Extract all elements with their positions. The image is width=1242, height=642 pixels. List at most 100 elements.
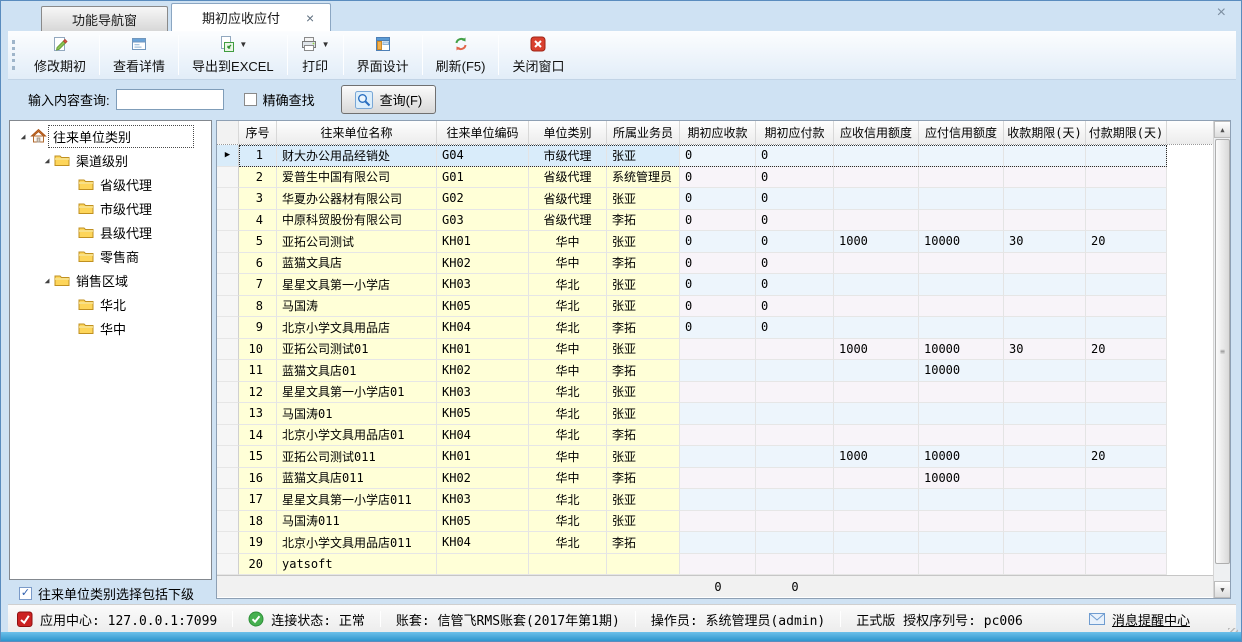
table-cell[interactable] [919, 511, 1004, 533]
row-indicator[interactable] [217, 489, 239, 511]
table-cell[interactable]: 13 [239, 403, 277, 425]
table-cell[interactable]: 蓝猫文具店011 [277, 468, 437, 490]
row-indicator[interactable] [217, 339, 239, 361]
row-indicator[interactable] [217, 317, 239, 339]
row-indicator[interactable] [217, 511, 239, 533]
table-cell[interactable]: G04 [437, 145, 529, 167]
export-excel-button[interactable]: ▼导出到EXCEL [180, 33, 286, 77]
table-cell[interactable]: 0 [756, 253, 834, 275]
search-input[interactable] [116, 89, 224, 110]
table-cell[interactable]: KH04 [437, 425, 529, 447]
table-cell[interactable]: 张亚 [607, 188, 680, 210]
table-cell[interactable]: 华中 [529, 468, 607, 490]
table-cell[interactable] [1004, 167, 1086, 189]
table-cell[interactable]: 省级代理 [529, 210, 607, 232]
view-details-button[interactable]: 查看详情 [101, 33, 177, 77]
table-cell[interactable] [834, 296, 919, 318]
table-cell[interactable]: 30 [1004, 339, 1086, 361]
table-cell[interactable]: 蓝猫文具店01 [277, 360, 437, 382]
table-cell[interactable] [529, 554, 607, 576]
table-row[interactable]: 4中原科贸股份有限公司G03省级代理李拓00 [217, 210, 1230, 232]
table-cell[interactable]: 马国涛01 [277, 403, 437, 425]
table-cell[interactable] [834, 317, 919, 339]
table-cell[interactable] [1004, 425, 1086, 447]
table-cell[interactable]: 11 [239, 360, 277, 382]
table-cell[interactable]: 华北 [529, 532, 607, 554]
row-indicator[interactable] [217, 382, 239, 404]
close-window-button[interactable]: 关闭窗口 [500, 33, 576, 77]
table-cell[interactable]: 北京小学文具用品店011 [277, 532, 437, 554]
table-cell[interactable]: 星星文具第一小学店011 [277, 489, 437, 511]
table-row[interactable]: 12星星文具第一小学店01KH03华北张亚 [217, 382, 1230, 404]
table-cell[interactable]: KH04 [437, 532, 529, 554]
table-cell[interactable]: KH03 [437, 274, 529, 296]
table-cell[interactable] [919, 188, 1004, 210]
table-cell[interactable]: 20 [1086, 339, 1167, 361]
expander-icon[interactable]: ◢ [40, 276, 54, 285]
table-cell[interactable] [1086, 253, 1167, 275]
table-cell[interactable]: 0 [756, 188, 834, 210]
table-cell[interactable]: 张亚 [607, 382, 680, 404]
table-cell[interactable] [834, 425, 919, 447]
row-indicator[interactable] [217, 274, 239, 296]
table-cell[interactable]: 马国涛 [277, 296, 437, 318]
table-cell[interactable] [1086, 274, 1167, 296]
table-cell[interactable]: 5 [239, 231, 277, 253]
scrollbar-thumb[interactable]: ≡ [1215, 139, 1230, 564]
table-cell[interactable]: 0 [680, 188, 756, 210]
expander-icon[interactable]: ◢ [40, 156, 54, 165]
row-indicator[interactable] [217, 532, 239, 554]
table-cell[interactable]: 省级代理 [529, 188, 607, 210]
table-cell[interactable] [1086, 167, 1167, 189]
row-indicator[interactable] [217, 188, 239, 210]
table-cell[interactable]: 李拓 [607, 360, 680, 382]
table-cell[interactable]: 1000 [834, 446, 919, 468]
table-cell[interactable]: KH05 [437, 296, 529, 318]
table-cell[interactable] [1004, 403, 1086, 425]
scroll-down-arrow-icon[interactable]: ▼ [1214, 581, 1231, 598]
table-cell[interactable]: KH05 [437, 403, 529, 425]
table-row[interactable]: 6蓝猫文具店KH02华中李拓00 [217, 253, 1230, 275]
column-header[interactable]: 应收信用额度 [834, 121, 919, 144]
table-cell[interactable] [1004, 532, 1086, 554]
row-indicator[interactable] [217, 446, 239, 468]
table-cell[interactable] [607, 554, 680, 576]
table-cell[interactable] [834, 468, 919, 490]
table-cell[interactable] [756, 403, 834, 425]
table-cell[interactable]: 4 [239, 210, 277, 232]
table-cell[interactable] [756, 511, 834, 533]
table-cell[interactable] [1086, 382, 1167, 404]
expander-icon[interactable]: ◢ [16, 132, 30, 141]
table-cell[interactable] [834, 360, 919, 382]
table-cell[interactable]: 财大办公用品经销处 [277, 145, 437, 167]
table-cell[interactable] [1086, 403, 1167, 425]
scroll-up-arrow-icon[interactable]: ▲ [1214, 121, 1231, 138]
table-cell[interactable]: 15 [239, 446, 277, 468]
table-cell[interactable] [1004, 446, 1086, 468]
table-cell[interactable]: 0 [680, 253, 756, 275]
table-cell[interactable]: G02 [437, 188, 529, 210]
table-cell[interactable] [834, 382, 919, 404]
table-cell[interactable] [919, 296, 1004, 318]
column-header[interactable]: 序号 [239, 121, 277, 144]
table-cell[interactable]: KH01 [437, 339, 529, 361]
checkbox-box[interactable] [244, 93, 257, 106]
table-cell[interactable] [756, 339, 834, 361]
dropdown-arrow-icon[interactable]: ▼ [239, 40, 247, 49]
table-row[interactable]: 15亚拓公司测试011KH01华中张亚10001000020 [217, 446, 1230, 468]
table-cell[interactable]: 张亚 [607, 296, 680, 318]
tree-item[interactable]: 华中 [10, 316, 211, 340]
table-cell[interactable]: 10000 [919, 446, 1004, 468]
row-indicator[interactable] [217, 360, 239, 382]
table-cell[interactable] [834, 489, 919, 511]
table-cell[interactable] [680, 382, 756, 404]
table-cell[interactable]: 华中 [529, 253, 607, 275]
table-cell[interactable] [1004, 145, 1086, 167]
table-cell[interactable] [919, 210, 1004, 232]
table-row[interactable]: 18马国涛011KH05华北张亚 [217, 511, 1230, 533]
table-cell[interactable] [1004, 554, 1086, 576]
table-cell[interactable] [756, 360, 834, 382]
tree-item[interactable]: 县级代理 [10, 220, 211, 244]
table-cell[interactable] [680, 360, 756, 382]
table-cell[interactable] [834, 532, 919, 554]
